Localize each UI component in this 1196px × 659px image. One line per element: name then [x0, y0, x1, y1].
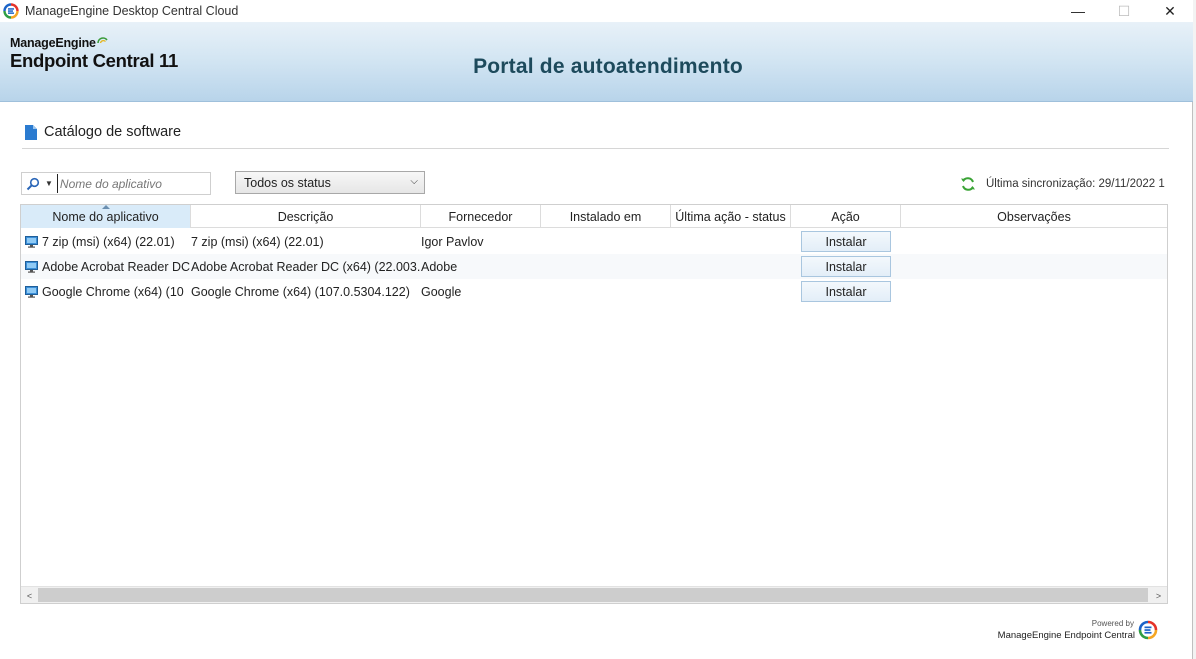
column-header-notes[interactable]: Observações — [901, 205, 1167, 228]
cell-name: Google Chrome (x64) (10 — [21, 279, 191, 304]
cell-vendor: Igor Pavlov — [421, 234, 484, 249]
refresh-icon[interactable] — [960, 176, 976, 192]
cell-installed-on — [541, 229, 671, 254]
scroll-left-arrow-icon[interactable]: < — [21, 587, 38, 603]
window-controls: — ☐ ✕ — [1055, 0, 1193, 22]
cell-installed-on — [541, 279, 671, 304]
cell-action: Instalar — [791, 254, 901, 279]
app-window: ManageEngine Desktop Central Cloud — ☐ ✕… — [0, 0, 1193, 659]
table-row[interactable]: Adobe Acrobat Reader DC Adobe Acrobat Re… — [21, 254, 1167, 279]
page-title: Portal de autoatendimento — [473, 55, 743, 78]
brand-arc-icon — [97, 37, 108, 44]
install-button[interactable]: Instalar — [801, 231, 891, 252]
cell-last-action — [671, 254, 791, 279]
footer-product-name: ManageEngine Endpoint Central — [997, 630, 1135, 641]
header-banner: ManageEngine Endpoint Central 11 Portal … — [0, 22, 1193, 102]
title-bar: ManageEngine Desktop Central Cloud — ☐ ✕ — [0, 0, 1193, 22]
table-row[interactable]: 7 zip (msi) (x64) (22.01) 7 zip (msi) (x… — [21, 229, 1167, 254]
horizontal-scrollbar[interactable]: < > — [21, 586, 1167, 603]
document-icon — [25, 124, 37, 140]
maximize-button[interactable]: ☐ — [1101, 0, 1147, 22]
section-title: Catálogo de software — [44, 124, 182, 140]
install-button[interactable]: Instalar — [801, 256, 891, 277]
cell-action: Instalar — [791, 229, 901, 254]
scroll-right-arrow-icon[interactable]: > — [1150, 587, 1167, 603]
cell-installed-on — [541, 254, 671, 279]
install-button[interactable]: Instalar — [801, 281, 891, 302]
search-box[interactable]: ▼ — [21, 172, 211, 195]
last-sync-label: Última sincronização: 29/11/2022 1 — [986, 178, 1165, 190]
table-body: 7 zip (msi) (x64) (22.01) 7 zip (msi) (x… — [21, 229, 1167, 304]
column-header-action[interactable]: Ação — [791, 205, 901, 228]
footer-branding: Powered by ManageEngine Endpoint Central — [998, 619, 1158, 641]
cell-notes — [901, 279, 1167, 304]
close-button[interactable]: ✕ — [1147, 0, 1193, 22]
cell-vendor: Adobe — [421, 259, 458, 274]
software-table: Nome do aplicativo Descrição Fornecedor … — [20, 204, 1168, 604]
cell-notes — [901, 229, 1167, 254]
cell-notes — [901, 254, 1167, 279]
cell-name: 7 zip (msi) (x64) (22.01) — [21, 229, 191, 254]
status-filter-value: Todos os status — [244, 175, 331, 190]
column-header-installed-on[interactable]: Instalado em — [541, 205, 671, 228]
application-icon — [25, 285, 38, 298]
section-divider — [22, 148, 1169, 149]
chevron-down-icon: ⌵ — [410, 176, 418, 187]
manageengine-logo-icon — [3, 3, 19, 19]
powered-by-label: Powered by — [1091, 619, 1134, 628]
cell-action: Instalar — [791, 279, 901, 304]
status-filter-dropdown[interactable]: Todos os status ⌵ — [235, 171, 425, 194]
column-header-last-action[interactable]: Última ação - status — [671, 205, 791, 228]
sync-status: Última sincronização: 29/11/2022 1 — [960, 176, 1165, 192]
application-icon — [25, 235, 38, 248]
manageengine-logo-icon — [1138, 620, 1158, 639]
search-icon[interactable] — [26, 177, 40, 191]
minimize-button[interactable]: — — [1055, 0, 1101, 22]
scrollbar-thumb[interactable] — [38, 588, 1148, 602]
cell-name: Adobe Acrobat Reader DC — [21, 254, 191, 279]
column-header-name[interactable]: Nome do aplicativo — [21, 205, 191, 228]
sort-ascending-icon — [101, 205, 110, 209]
application-icon — [25, 260, 38, 273]
cell-last-action — [671, 229, 791, 254]
section-heading: Catálogo de software — [25, 124, 181, 140]
column-header-description[interactable]: Descrição — [191, 205, 421, 228]
window-title: ManageEngine Desktop Central Cloud — [25, 4, 239, 18]
table-row[interactable]: Google Chrome (x64) (10 Google Chrome (x… — [21, 279, 1167, 304]
cell-description: 7 zip (msi) (x64) (22.01) — [191, 234, 324, 249]
search-options-chevron-icon[interactable]: ▼ — [45, 179, 53, 188]
cell-vendor: Google — [421, 284, 462, 299]
column-header-vendor[interactable]: Fornecedor — [421, 205, 541, 228]
brand-company: ManageEngine — [10, 36, 96, 50]
cell-description: Adobe Acrobat Reader DC (x64) (22.003. — [191, 259, 421, 274]
cell-last-action — [671, 279, 791, 304]
cell-description: Google Chrome (x64) (107.0.5304.122) — [191, 284, 410, 299]
table-header: Nome do aplicativo Descrição Fornecedor … — [21, 205, 1167, 228]
search-input[interactable] — [56, 174, 205, 193]
